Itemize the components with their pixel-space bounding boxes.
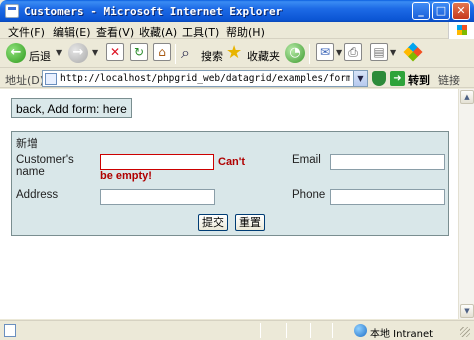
nav-box: back, Add form: here <box>11 98 132 118</box>
toolbar-separator <box>309 44 310 64</box>
email-label: Email <box>292 154 321 166</box>
resize-grip-icon[interactable] <box>460 327 470 337</box>
page-viewport: back, Add form: here 新增 Customer's name … <box>0 89 458 319</box>
back-button-label[interactable]: 后退 <box>29 48 51 64</box>
edit-icon[interactable]: ▤ <box>370 43 388 61</box>
customer-name-error: Can't be empty! <box>100 156 246 182</box>
intranet-zone-icon <box>354 324 367 337</box>
mail-icon[interactable]: ✉ <box>316 43 334 61</box>
address-input[interactable] <box>100 189 215 205</box>
address-url[interactable]: http://localhost/phpgrid_web/datagrid/ex… <box>60 73 350 84</box>
mail-dropdown-icon[interactable]: ▼ <box>336 48 342 57</box>
reset-button[interactable]: 重置 <box>235 214 265 231</box>
stop-icon[interactable]: ✕ <box>106 43 124 61</box>
address-bar: 地址(D) http://localhost/phpgrid_web/datag… <box>0 69 474 88</box>
security-zone-label: 本地 Intranet <box>370 329 434 340</box>
email-input[interactable] <box>330 154 445 170</box>
favorites-button-label[interactable]: 收藏夹 <box>247 48 280 64</box>
status-separator <box>332 323 333 338</box>
status-page-icon <box>4 324 16 337</box>
status-bar: 本地 Intranet <box>0 320 474 340</box>
favorites-star-icon[interactable]: ★ <box>226 43 242 65</box>
close-button[interactable]: ✕ <box>452 2 470 20</box>
forward-arrow-icon[interactable]: → <box>68 43 88 63</box>
status-separator <box>286 323 287 338</box>
back-dropdown-icon[interactable]: ▼ <box>56 48 62 57</box>
home-icon[interactable]: ⌂ <box>153 43 171 61</box>
address-dropdown-icon[interactable]: ▼ <box>353 71 367 86</box>
security-shield-icon[interactable] <box>372 71 386 86</box>
vertical-scrollbar[interactable]: ▲ ▼ <box>458 89 474 319</box>
menu-view[interactable]: 查看(V) <box>96 24 134 40</box>
address-input[interactable]: http://localhost/phpgrid_web/datagrid/ex… <box>42 70 368 87</box>
page-icon <box>45 73 57 85</box>
edit-dropdown-icon[interactable]: ▼ <box>390 48 396 57</box>
menu-edit[interactable]: 编辑(E) <box>53 24 91 40</box>
phone-label: Phone <box>292 189 326 201</box>
go-button-label[interactable]: 转到 <box>408 72 430 88</box>
search-icon[interactable]: ⌕ <box>181 43 190 65</box>
phone-input[interactable] <box>330 189 445 205</box>
ie-page-icon <box>5 4 19 18</box>
search-button-label[interactable]: 搜索 <box>201 48 223 64</box>
toolbar: ← 后退 ▼ → ▼ ✕ ↻ ⌂ ⌕ 搜索 ★ 收藏夹 ◔ ✉ ▼ ⎙ ▤ ▼ <box>0 40 474 68</box>
print-icon[interactable]: ⎙ <box>344 43 362 61</box>
customer-name-label: Customer's name <box>16 154 74 178</box>
menu-favorites[interactable]: 收藏(A) <box>139 24 177 40</box>
refresh-icon[interactable]: ↻ <box>130 43 148 61</box>
menu-bar: 文件(F) 编辑(E) 查看(V) 收藏(A) 工具(T) 帮助(H) <box>0 22 474 39</box>
window-title: Customers - Microsoft Internet Explorer <box>24 5 283 18</box>
back-link[interactable]: back <box>16 102 41 116</box>
minimize-button[interactable]: _ <box>412 2 430 20</box>
forward-dropdown-icon[interactable]: ▼ <box>92 48 98 57</box>
add-form-panel: 新增 Customer's name Can't be empty! Email… <box>11 131 449 236</box>
status-separator <box>260 323 261 338</box>
history-icon[interactable]: ◔ <box>285 43 305 63</box>
submit-button[interactable]: 提交 <box>198 214 228 231</box>
toolbar-separator <box>175 44 176 64</box>
links-label[interactable]: 链接 <box>438 72 460 88</box>
form-legend: 新增 <box>16 138 38 150</box>
windows-logo-icon <box>448 22 474 39</box>
window-title-bar[interactable]: Customers - Microsoft Internet Explorer … <box>0 0 474 22</box>
messenger-icon[interactable] <box>403 42 423 62</box>
address-label: Address <box>16 189 59 201</box>
go-arrow-icon[interactable]: ➜ <box>390 71 405 86</box>
maximize-button[interactable]: □ <box>432 2 450 20</box>
menu-tools[interactable]: 工具(T) <box>182 24 219 40</box>
menu-help[interactable]: 帮助(H) <box>226 24 265 40</box>
address-label: 地址(D) <box>5 74 45 87</box>
menu-file[interactable]: 文件(F) <box>8 24 45 40</box>
scroll-up-icon[interactable]: ▲ <box>460 90 474 104</box>
status-separator <box>310 323 311 338</box>
nav-separator: , <box>41 102 45 116</box>
back-arrow-icon[interactable]: ← <box>6 43 26 63</box>
add-form-text: Add form: <box>47 102 100 116</box>
scroll-down-icon[interactable]: ▼ <box>460 304 474 318</box>
here-link[interactable]: here <box>103 102 127 116</box>
